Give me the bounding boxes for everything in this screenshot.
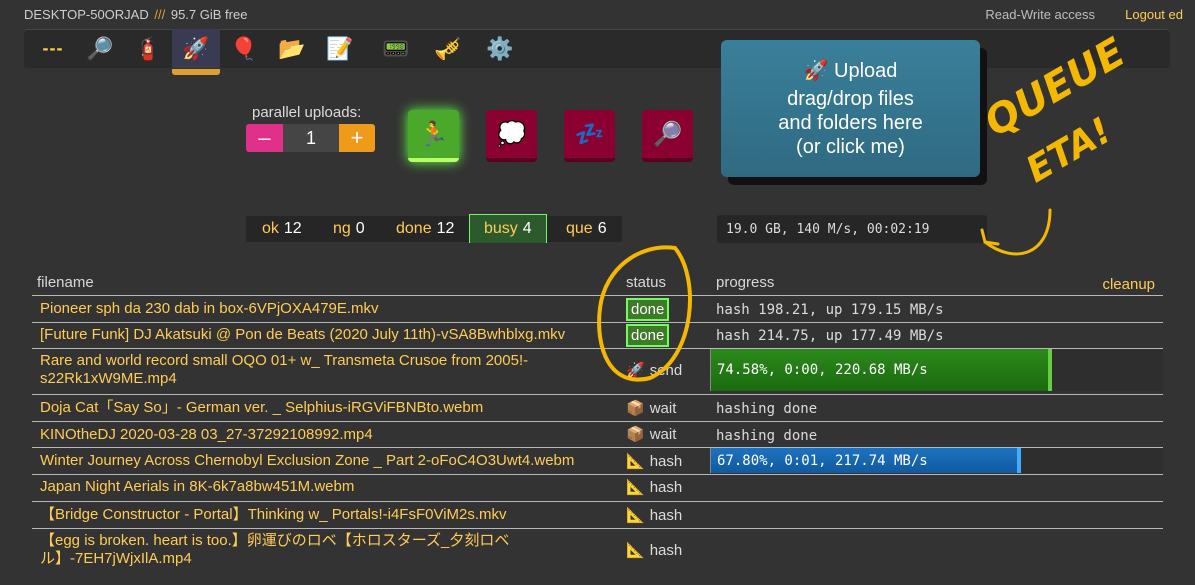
table-row: Japan Night Aerials in 8K-6k7a8bw451M.we… <box>32 475 1163 502</box>
magnifier-icon: 🔎 <box>652 120 683 148</box>
upload-progress-bar: 74.58%, 0:00, 220.68 MB/s <box>710 349 1163 391</box>
status-text: wait <box>649 399 677 417</box>
upload-title: 🚀 Upload <box>803 60 898 82</box>
status-text: hash <box>649 478 683 496</box>
rocket-icon[interactable]: 🚀 <box>172 29 220 75</box>
cleanup-link[interactable]: cleanup <box>1102 276 1155 293</box>
file-link[interactable]: Pioneer sph da 230 dab in box-6VPjOXA479… <box>40 300 379 318</box>
parallel-increase-button[interactable]: + <box>339 124 375 152</box>
file-link[interactable]: 【egg is broken. heart is too.】卵運びのロベ【ホロス… <box>40 532 600 568</box>
file-link[interactable]: Doja Cat「Say So」- German ver. _ Selphius… <box>40 399 483 417</box>
free-space: 95.7 GiB free <box>170 7 248 22</box>
speech-toggle-button[interactable]: 💭 <box>486 110 537 162</box>
table-row: 【egg is broken. heart is too.】卵運びのロベ【ホロス… <box>32 529 1163 574</box>
hash-check-toggle-button[interactable]: 🔎 <box>642 110 693 162</box>
search-icon[interactable]: 🔎 <box>76 29 124 68</box>
eta-readout: 19.0 GB, 140 M/s, 00:02:19 <box>717 215 987 243</box>
access-level: Read-Write access <box>985 7 1095 22</box>
hash-progress-bar: 67.80%, 0:01, 217.74 MB/s <box>710 448 1163 473</box>
triangle-ruler-icon: 📐 <box>626 479 645 496</box>
separator: /// <box>154 7 166 22</box>
rocket-icon: 🚀 <box>803 60 829 82</box>
progress-text: hashing done <box>716 401 818 417</box>
folder-icon[interactable]: 📂 <box>268 29 316 68</box>
triangle-ruler-icon: 📐 <box>626 453 645 470</box>
extinguisher-icon[interactable]: 🧯 <box>124 29 172 68</box>
progress-text: hashing done <box>716 428 818 444</box>
package-icon: 📦 <box>626 400 645 417</box>
upload-dropzone[interactable]: 🚀 Upload drag/drop files and folders her… <box>721 40 980 177</box>
file-link[interactable]: Winter Journey Across Chernobyl Exclusio… <box>40 452 574 470</box>
tab-ng[interactable]: ng 0 <box>333 216 365 242</box>
notepad-icon[interactable]: 📝 <box>316 29 364 68</box>
column-progress: progress <box>716 274 775 291</box>
file-link[interactable]: KINOtheDJ 2020-03-28 03_27-37292108992.m… <box>40 426 373 444</box>
status-text: hash <box>649 452 683 470</box>
table-row: 【Bridge Constructor - Portal】Thinking w_… <box>32 502 1163 529</box>
table-row: KINOtheDJ 2020-03-28 03_27-37292108992.m… <box>32 422 1163 448</box>
zzz-icon: 💤 <box>574 120 605 148</box>
progress-text: 74.58%, 0:00, 220.68 MB/s <box>717 362 928 378</box>
status-text: hash <box>649 541 683 559</box>
toolbar: --- 🔎 🧯 🚀 🎈 📂 📝 📟 🎺 ⚙️ <box>24 29 1170 75</box>
logout-link[interactable]: Logout ed <box>1125 7 1183 22</box>
upload-stats-tabs: ok 12 ng 0 done 12 busy 4 que 6 <box>246 214 622 243</box>
sleep-toggle-button[interactable]: 💤 <box>564 110 615 162</box>
progress-text: hash 198.21, up 179.15 MB/s <box>716 302 944 318</box>
parallel-decrease-button[interactable]: – <box>246 124 283 152</box>
run-toggle-button[interactable]: 🏃 <box>408 110 459 162</box>
triangle-ruler-icon: 📐 <box>626 507 645 524</box>
status-highlight-circle <box>597 245 692 382</box>
runner-icon: 🏃 <box>418 120 449 148</box>
file-link[interactable]: Japan Night Aerials in 8K-6k7a8bw451M.we… <box>40 478 354 496</box>
parallel-uploads-value[interactable]: 1 <box>283 124 339 152</box>
file-link[interactable]: 【Bridge Constructor - Portal】Thinking w_… <box>40 506 507 524</box>
column-filename: filename <box>37 274 94 291</box>
toolbar-dash-button[interactable]: --- <box>29 29 77 68</box>
package-icon: 📦 <box>626 426 645 443</box>
annotation-arrow <box>980 208 1052 256</box>
hostname-info: DESKTOP-50ORJAD /// 95.7 GiB free <box>24 7 247 22</box>
file-link[interactable]: Rare and world record small OQO 01+ w_ T… <box>40 352 580 388</box>
progress-text: hash 214.75, up 177.49 MB/s <box>716 328 944 344</box>
status-text: wait <box>649 425 677 443</box>
progress-text: 67.80%, 0:01, 217.74 MB/s <box>717 452 928 469</box>
gear-icon[interactable]: ⚙️ <box>476 29 524 68</box>
triangle-ruler-icon: 📐 <box>626 542 645 559</box>
tab-done[interactable]: done 12 <box>396 216 454 242</box>
hostname: DESKTOP-50ORJAD <box>24 7 149 22</box>
tab-busy[interactable]: busy 4 <box>469 214 547 243</box>
balloon-icon[interactable]: 🎈 <box>220 29 268 68</box>
trumpet-icon[interactable]: 🎺 <box>424 29 472 68</box>
upload-instructions: drag/drop files and folders here (or cli… <box>778 88 923 158</box>
file-link[interactable]: [Future Funk] DJ Akatsuki @ Pon de Beats… <box>40 326 565 344</box>
pager-icon[interactable]: 📟 <box>372 29 420 68</box>
table-row: Winter Journey Across Chernobyl Exclusio… <box>32 448 1163 475</box>
table-row: Doja Cat「Say So」- German ver. _ Selphius… <box>32 395 1163 422</box>
speech-bubble-icon: 💭 <box>496 120 527 148</box>
parallel-uploads-label: parallel uploads: <box>252 104 362 121</box>
status-text: hash <box>649 506 683 524</box>
tab-ok[interactable]: ok 12 <box>262 216 302 242</box>
